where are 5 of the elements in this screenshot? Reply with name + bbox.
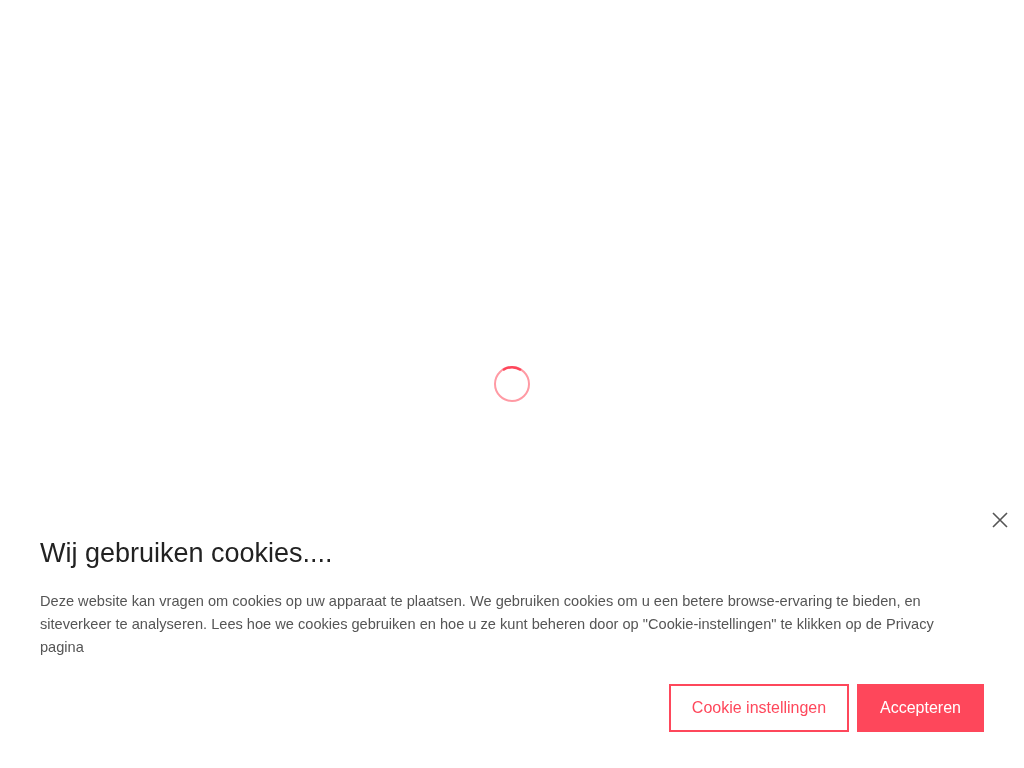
banner-title: Wij gebruiken cookies.... (40, 537, 334, 570)
close-icon[interactable] (990, 510, 1010, 530)
banner-text: Deze website kan vragen om cookies op uw apparaat te plaatsen. We gebruiken cookies om u een betere browse-ervaring te bieden, en siteverkeer te analyseren. Lees hoe we cookies gebruiken en hoe u ze kunt beheren door op "Cookie-instellingen" te klikken op de Privacy pagina (40, 592, 935, 657)
accept-button[interactable]: Accepteren (857, 684, 984, 732)
settings-button[interactable]: Cookie instellingen (669, 684, 849, 732)
